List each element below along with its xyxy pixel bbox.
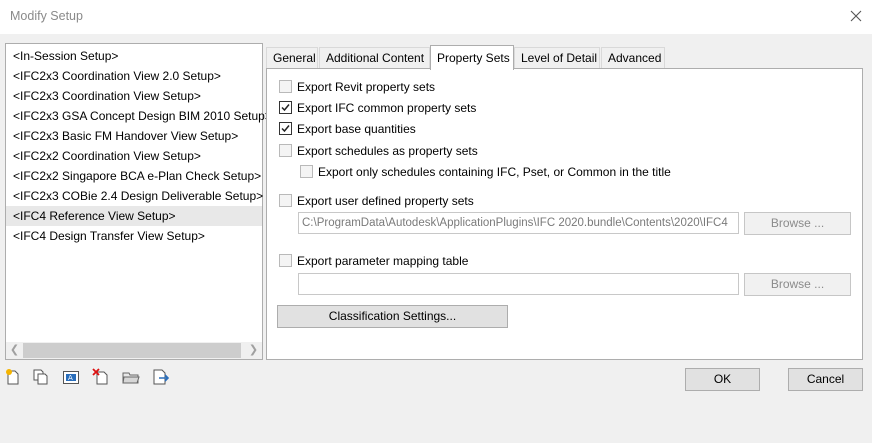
export-user-defined-checkbox[interactable] <box>279 194 292 208</box>
import-setup-icon[interactable] <box>122 368 140 386</box>
new-setup-icon[interactable] <box>4 368 22 386</box>
close-icon <box>850 10 862 22</box>
tab-general[interactable]: General <box>266 47 318 69</box>
cancel-button[interactable]: Cancel <box>788 368 863 391</box>
property-sets-panel: Export Revit property sets Export IFC co… <box>266 68 863 360</box>
tab-level-of-detail[interactable]: Level of Detail <box>514 47 600 69</box>
setup-list[interactable]: <In-Session Setup> <IFC2x3 Coordination … <box>5 43 272 360</box>
setup-item-ifc2x3-cv[interactable]: <IFC2x3 Coordination View Setup> <box>6 86 262 106</box>
export-base-quantities-label: Export base quantities <box>297 121 416 136</box>
export-only-schedules-label: Export only schedules containing IFC, Ps… <box>318 164 671 179</box>
export-ifc-common-checkbox[interactable] <box>279 101 292 115</box>
horizontal-scrollbar[interactable]: ❮ ❯ <box>6 342 262 359</box>
export-schedules-checkbox[interactable] <box>279 144 292 158</box>
export-parameter-mapping-row[interactable]: Export parameter mapping table <box>279 252 468 270</box>
duplicate-setup-icon[interactable] <box>32 368 50 386</box>
setup-item-ifc2x3-cobie[interactable]: <IFC2x3 COBie 2.4 Design Deliverable Set… <box>6 186 263 206</box>
checkmark-icon <box>281 104 290 112</box>
setup-item-ifc2x2-cv[interactable]: <IFC2x2 Coordination View Setup> <box>6 146 262 166</box>
rename-setup-icon[interactable]: A <box>62 368 80 386</box>
export-revit-property-sets-label: Export Revit property sets <box>297 79 436 94</box>
tab-additional-content[interactable]: Additional Content <box>319 47 430 69</box>
checkmark-icon <box>281 125 290 133</box>
tab-advanced[interactable]: Advanced <box>601 47 665 69</box>
scroll-right-icon[interactable]: ❯ <box>245 342 262 359</box>
export-user-defined-row[interactable]: Export user defined property sets <box>279 192 474 210</box>
scroll-thumb[interactable] <box>23 343 241 358</box>
export-base-quantities-checkbox[interactable] <box>279 122 292 136</box>
export-user-defined-label: Export user defined property sets <box>297 193 474 208</box>
export-parameter-mapping-label: Export parameter mapping table <box>297 253 469 268</box>
export-parameter-mapping-checkbox[interactable] <box>279 254 292 268</box>
setup-item-in-session[interactable]: <In-Session Setup> <box>6 46 262 66</box>
export-revit-property-sets-checkbox[interactable] <box>279 80 292 94</box>
parameter-mapping-path-field[interactable] <box>298 273 739 295</box>
svg-text:A: A <box>68 374 73 382</box>
setup-item-ifc4-reference[interactable]: <IFC4 Reference View Setup> <box>6 206 262 226</box>
export-schedules-row[interactable]: Export schedules as property sets <box>279 142 478 160</box>
close-button[interactable] <box>846 6 866 26</box>
browse-parameter-mapping-button[interactable]: Browse ... <box>744 273 851 296</box>
setup-item-ifc2x2-bca[interactable]: <IFC2x2 Singapore BCA e-Plan Check Setup… <box>6 166 262 186</box>
title-bar: Modify Setup <box>0 0 872 34</box>
export-revit-property-sets-row[interactable]: Export Revit property sets <box>279 78 435 96</box>
setup-item-ifc4-design-transfer[interactable]: <IFC4 Design Transfer View Setup> <box>6 226 262 246</box>
setup-item-ifc2x3-gsa[interactable]: <IFC2x3 GSA Concept Design BIM 2010 Setu… <box>6 106 272 126</box>
scroll-left-icon[interactable]: ❮ <box>6 342 23 359</box>
export-only-schedules-checkbox[interactable] <box>300 165 313 179</box>
export-schedules-label: Export schedules as property sets <box>297 143 478 158</box>
tab-property-sets[interactable]: Property Sets <box>430 45 514 70</box>
browse-user-defined-button[interactable]: Browse ... <box>744 212 851 235</box>
classification-settings-button[interactable]: Classification Settings... <box>277 305 508 328</box>
export-setup-icon[interactable] <box>152 368 170 386</box>
export-only-schedules-row[interactable]: Export only schedules containing IFC, Ps… <box>300 163 671 181</box>
setup-item-ifc2x3-fm[interactable]: <IFC2x3 Basic FM Handover View Setup> <box>6 126 262 146</box>
delete-setup-icon[interactable] <box>92 368 110 386</box>
export-ifc-common-label: Export IFC common property sets <box>297 100 477 115</box>
export-ifc-common-row[interactable]: Export IFC common property sets <box>279 99 476 117</box>
window-title: Modify Setup <box>10 9 83 23</box>
export-base-quantities-row[interactable]: Export base quantities <box>279 120 416 138</box>
setup-item-ifc2x3-cv2[interactable]: <IFC2x3 Coordination View 2.0 Setup> <box>6 66 262 86</box>
user-defined-path-field[interactable]: C:\ProgramData\Autodesk\ApplicationPlugi… <box>298 212 739 234</box>
ok-button[interactable]: OK <box>685 368 760 391</box>
